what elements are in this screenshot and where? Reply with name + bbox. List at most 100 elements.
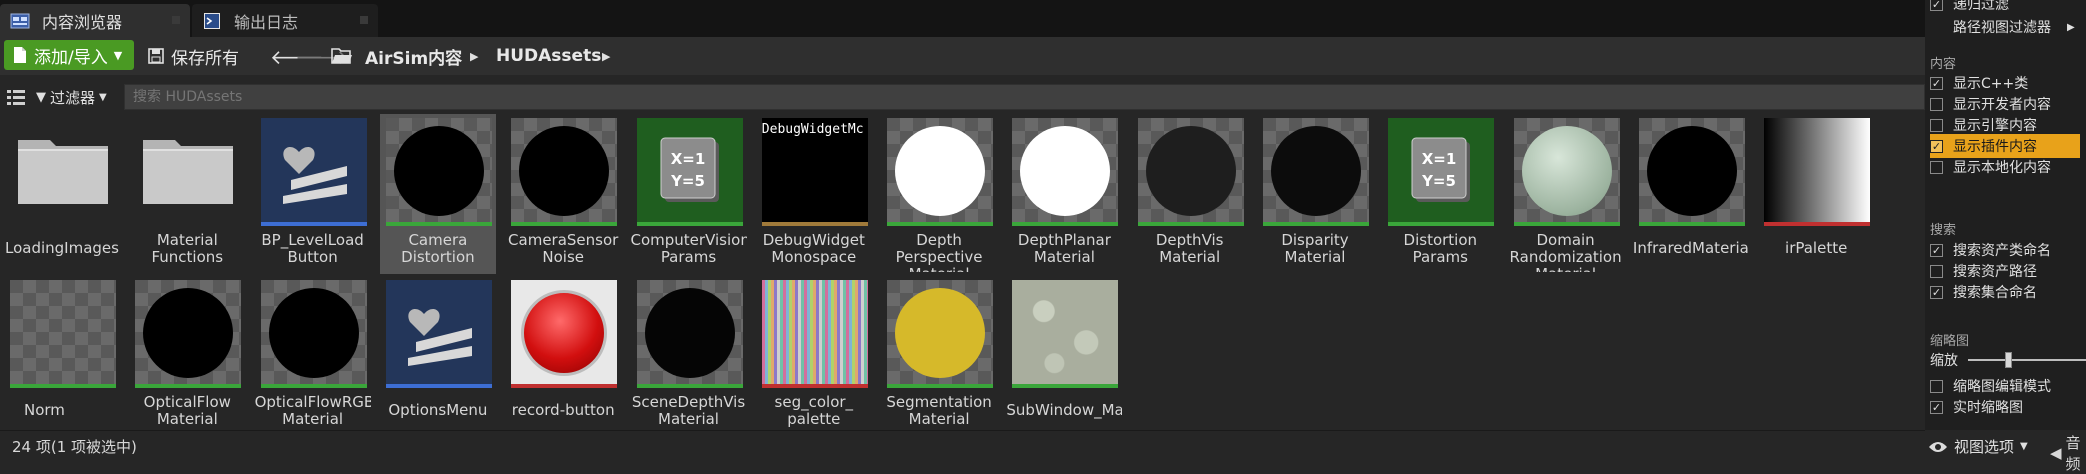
- tab-output-log[interactable]: 输出日志: [192, 4, 378, 37]
- recursive-filter-option[interactable]: ✓ 递归过滤: [1930, 0, 2009, 16]
- asset-tile[interactable]: Material Functions: [129, 114, 245, 274]
- checkbox-checked[interactable]: ✓: [1930, 285, 1943, 299]
- asset-tile[interactable]: Norm: [4, 276, 120, 430]
- checkbox-unchecked[interactable]: [1930, 160, 1943, 174]
- eye-icon: [1929, 441, 1947, 452]
- breadcrumb-separator-icon[interactable]: ▶: [470, 50, 478, 63]
- view-option-item[interactable]: 显示本地化内容: [1930, 155, 2051, 179]
- funnel-icon: ▼: [36, 89, 46, 105]
- asset-type-color-bar: [260, 384, 367, 388]
- checkbox-unchecked[interactable]: [1930, 264, 1943, 278]
- breadcrumb-separator-icon[interactable]: ▶: [602, 50, 610, 63]
- asset-tile[interactable]: OpticalFlowRGB Material: [255, 276, 371, 430]
- material-sphere: [1271, 126, 1361, 216]
- save-all-button[interactable]: 保存所有: [148, 43, 239, 69]
- asset-thumbnail: X=1 Y=5: [636, 118, 743, 222]
- asset-tile[interactable]: Camera Distortion: [379, 114, 496, 274]
- asset-grid: LoadingImages Material Functions BP_LevelL…: [0, 114, 1925, 430]
- filters-button[interactable]: ▼ 过滤器 ▼: [36, 86, 107, 108]
- asset-tile[interactable]: DepthPlanar Material: [1006, 114, 1122, 274]
- folder-open-icon: [331, 48, 352, 64]
- checkbox-unchecked[interactable]: [1930, 97, 1943, 111]
- option-label: 缩略图编辑模式: [1953, 379, 2051, 395]
- record-dot: [521, 290, 608, 376]
- checkbox-checked[interactable]: ✓: [1930, 139, 1943, 153]
- asset-tile[interactable]: X=1 Y=5 Distortion Params: [1382, 114, 1498, 274]
- asset-label: SceneDepthVis Material: [631, 394, 746, 428]
- asset-label: OptionsMenu: [388, 402, 488, 419]
- asset-thumbnail: [135, 118, 241, 222]
- speaker-icon: ◀: [2050, 444, 2062, 462]
- svg-text:X=1: X=1: [670, 150, 705, 168]
- view-options-button[interactable]: 视图选项 ▼: [1928, 436, 2028, 457]
- checkbox[interactable]: ✓: [1930, 0, 1943, 11]
- asset-tile[interactable]: BP_LevelLoad Button: [255, 114, 371, 274]
- zoom-slider-handle[interactable]: [2004, 352, 2012, 368]
- add-import-label: 添加/导入: [34, 47, 108, 68]
- asset-thumbnail: [1012, 118, 1119, 222]
- breadcrumb-item[interactable]: HUDAssets: [496, 43, 601, 69]
- widget-blueprint-icon: [407, 308, 472, 366]
- asset-type-color-bar: [1764, 222, 1871, 226]
- option-label: 搜索资产类命名: [1953, 243, 2051, 259]
- checkbox-checked[interactable]: ✓: [1930, 243, 1943, 257]
- asset-label: BP_LevelLoad Button: [261, 232, 364, 266]
- asset-tile[interactable]: InfraredMaterial: [1633, 114, 1749, 274]
- material-sphere: [143, 288, 234, 378]
- view-option-item[interactable]: ✓ 实时缩略图: [1930, 395, 2023, 419]
- tab-close-icon[interactable]: [172, 16, 180, 24]
- asset-tile[interactable]: Disparity Material: [1257, 114, 1373, 274]
- sources-panel-toggle-icon[interactable]: [6, 88, 26, 106]
- asset-tile[interactable]: LoadingImages: [4, 114, 120, 274]
- asset-thumbnail: [511, 118, 618, 222]
- checkbox-checked[interactable]: ✓: [1930, 76, 1943, 90]
- parameter-collection-icon: X=1Y=5: [660, 137, 719, 202]
- breadcrumb-label: HUDAssets: [496, 46, 602, 66]
- svg-text:Y=5: Y=5: [670, 172, 705, 190]
- asset-label: LoadingImages: [5, 240, 119, 257]
- checkbox-unchecked[interactable]: [1930, 379, 1943, 393]
- asset-thumbnail: DebugWidgetMc: [761, 118, 868, 222]
- asset-tile[interactable]: Segmentation Material: [881, 276, 997, 430]
- filters-label: 过滤器: [50, 88, 96, 107]
- search-input[interactable]: [124, 84, 1925, 110]
- tab-content-browser[interactable]: 内容浏览器: [0, 4, 190, 37]
- path-view-filter-option[interactable]: 路径视图过滤器 ▶: [1953, 15, 2075, 39]
- asset-type-color-bar: [761, 384, 868, 388]
- asset-label: Domain Randomization Material: [1509, 232, 1622, 272]
- svg-text:X=1: X=1: [1422, 150, 1457, 168]
- asset-thumbnail: [761, 280, 868, 384]
- asset-tile[interactable]: irPalette: [1758, 114, 1874, 274]
- asset-label: seg_color_ palette: [774, 394, 854, 428]
- option-label: 实时缩略图: [1953, 400, 2023, 416]
- asset-tile[interactable]: SubWindow_Mat: [1006, 276, 1122, 430]
- checkbox-checked[interactable]: ✓: [1930, 400, 1943, 414]
- view-option-item[interactable]: ✓ 搜索集合命名: [1930, 280, 2037, 304]
- asset-tile[interactable]: OptionsMenu: [380, 276, 496, 430]
- asset-thumbnail: [260, 118, 367, 222]
- asset-tile[interactable]: SceneDepthVis Material: [631, 276, 747, 430]
- checkbox-unchecked[interactable]: [1930, 118, 1943, 132]
- zoom-row: 缩放: [1930, 348, 2086, 372]
- section-header-thumbnails: 缩略图: [1930, 334, 1970, 349]
- add-import-button[interactable]: 添加/导入 ▼: [4, 40, 134, 70]
- chevron-down-icon: ▼: [99, 91, 107, 103]
- asset-tile[interactable]: OpticalFlow Material: [129, 276, 245, 430]
- asset-type-color-bar: [135, 384, 242, 388]
- asset-tile[interactable]: seg_color_ palette: [756, 276, 872, 430]
- chevron-down-icon: ▼: [113, 48, 123, 62]
- asset-tile[interactable]: DepthVis Material: [1132, 114, 1248, 274]
- breadcrumb-item[interactable]: AirSim内容: [365, 43, 462, 69]
- asset-tile[interactable]: Domain Randomization Material: [1508, 114, 1624, 274]
- option-label: 递归过滤: [1953, 0, 2009, 13]
- asset-tile[interactable]: CameraSensor Noise: [505, 114, 621, 274]
- asset-tile[interactable]: Depth Perspective Material: [881, 114, 997, 274]
- asset-label: DepthPlanar Material: [1017, 232, 1111, 266]
- zoom-slider[interactable]: [1968, 352, 2086, 368]
- asset-tile[interactable]: DebugWidgetMc DebugWidget Monospace: [756, 114, 872, 274]
- asset-label: record-button: [511, 402, 615, 419]
- asset-tile[interactable]: X=1 Y=5 ComputerVision Params: [631, 114, 747, 274]
- asset-tile[interactable]: record-button: [505, 276, 621, 430]
- tab-close-icon[interactable]: [360, 16, 368, 24]
- folder-icon: [18, 140, 108, 204]
